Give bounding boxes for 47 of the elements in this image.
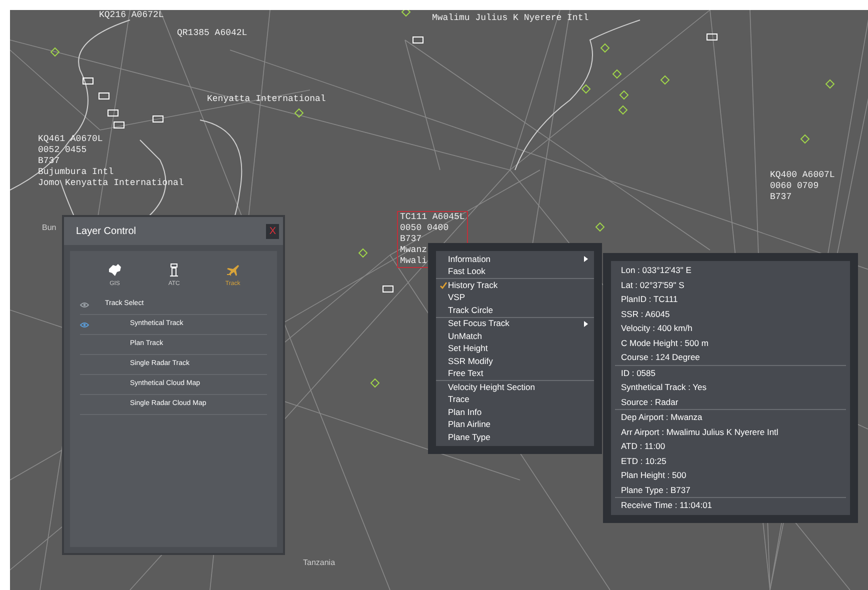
place-name: Tanzania xyxy=(303,557,336,569)
menu-item[interactable]: Fast Look xyxy=(436,266,594,278)
place-name: Bun xyxy=(42,222,56,234)
menu-item[interactable]: SSR Modify xyxy=(436,355,594,368)
checkmark-icon xyxy=(440,282,447,289)
info-line: Arr Airport : Mwalimu Julius K Nyerere Intl xyxy=(621,426,780,439)
menu-item[interactable]: Set Focus Track xyxy=(436,318,594,330)
menu-item[interactable]: Plan Airline xyxy=(436,418,594,431)
menu-item[interactable]: History Track xyxy=(436,279,594,292)
tower-icon xyxy=(169,263,180,277)
info-line: ATD : 11:00 xyxy=(621,440,666,453)
info-line: ID : 0585 xyxy=(621,366,656,380)
submenu-arrow-icon xyxy=(584,256,588,262)
info-line: Velocity : 400 km/h xyxy=(621,322,694,335)
track-label[interactable]: Mwalimu Julius K Nyerere Intl xyxy=(430,13,591,24)
track-label[interactable]: QR1385 A6042L xyxy=(175,28,250,39)
eye-icon[interactable] xyxy=(80,302,89,308)
eye-icon[interactable] xyxy=(80,322,89,328)
info-line: Lat : 02°37'59" S xyxy=(621,278,686,292)
info-line: Lon : 033°12'43" E xyxy=(621,264,692,277)
info-line: C Mode Height : 500 m xyxy=(621,336,710,350)
menu-item[interactable]: Free Text xyxy=(436,368,594,380)
info-line: PlanID : TC111 xyxy=(621,293,679,306)
menu-item[interactable]: Trace xyxy=(436,394,594,406)
menu-item[interactable]: Plan Info xyxy=(436,406,594,418)
info-line: ETD : 10:25 xyxy=(621,454,668,468)
info-line: SSR : A6045 xyxy=(621,308,671,320)
track-label[interactable]: KQ216 A0672L xyxy=(97,10,166,21)
panel-title: Layer Control xyxy=(76,224,136,238)
map-region-icon xyxy=(106,263,123,277)
menu-item[interactable]: Set Height xyxy=(436,342,594,355)
track-label[interactable]: Kenyatta International xyxy=(205,94,328,105)
info-line: Synthetical Track : Yes xyxy=(621,381,708,394)
menu-item[interactable]: Plane Type xyxy=(436,431,594,444)
menu-item[interactable]: Track Circle xyxy=(436,304,594,316)
menu-item[interactable]: Velocity Height Section xyxy=(436,381,594,394)
track-label[interactable]: KQ400 A6007L 0060 0709 B737 xyxy=(768,170,837,203)
info-line: Course : 124 Degree xyxy=(621,351,701,364)
info-line: Source : Radar xyxy=(621,396,680,408)
info-line: Receive Time : 11:04:01 xyxy=(621,499,714,512)
info-line: Dep Airport : Mwanza xyxy=(621,411,704,424)
info-line: Plane Type : B737 xyxy=(621,484,692,497)
submenu-arrow-icon xyxy=(584,320,588,327)
menu-item[interactable]: VSP xyxy=(436,292,594,304)
info-line: Plan Height : 500 xyxy=(621,469,688,482)
airplane-icon xyxy=(226,263,240,277)
menu-item[interactable]: UnMatch xyxy=(436,330,594,342)
